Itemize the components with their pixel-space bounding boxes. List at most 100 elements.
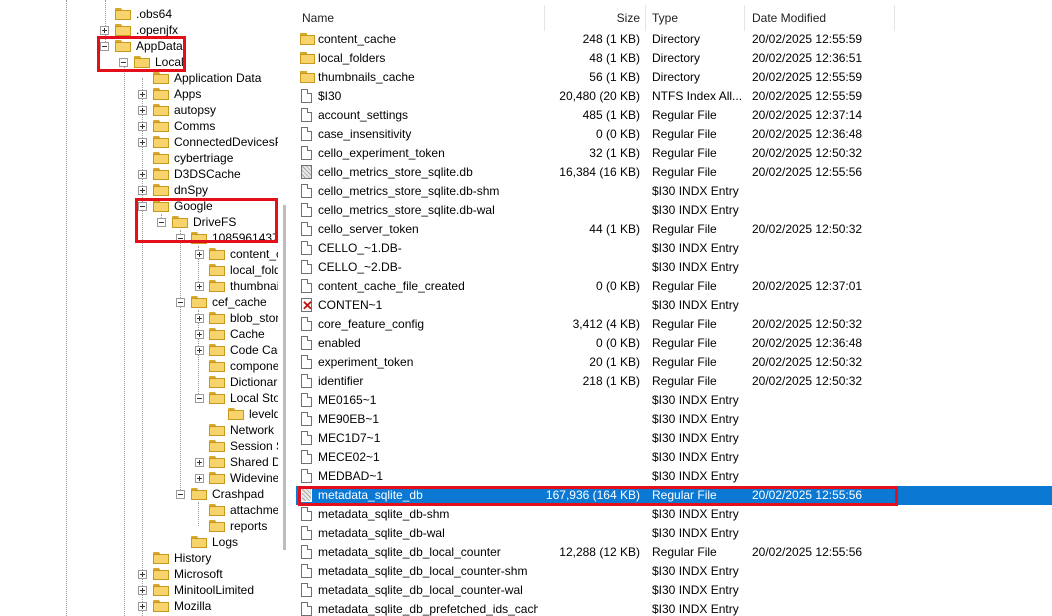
table-row[interactable]: CELLO_~1.DB- $I30 INDX Entry [296,239,1052,258]
expand-icon[interactable] [138,186,147,195]
tree-node[interactable]: autopsy [138,102,278,118]
tree-node[interactable]: Session S [195,438,278,454]
table-row[interactable]: cello_metrics_store_sqlite.db 16,384 (16 … [296,163,1052,182]
tree-node[interactable]: ConnectedDevicesPla [138,134,278,150]
table-row[interactable]: MEDBAD~1 $I30 INDX Entry [296,467,1052,486]
tree-node[interactable]: Widevine [195,470,278,486]
collapse-icon[interactable] [157,218,166,227]
table-row[interactable]: MECE02~1 $I30 INDX Entry [296,448,1052,467]
collapse-icon[interactable] [138,202,147,211]
tree-node[interactable]: Code Cac [195,342,278,358]
tree-node[interactable]: History [138,550,278,566]
collapse-icon[interactable] [100,42,109,51]
tree-node[interactable]: Application Data [138,70,278,86]
tree-node[interactable]: Comms [138,118,278,134]
table-row[interactable]: cello_server_token 44 (1 KB) Regular File 2… [296,220,1052,239]
collapse-icon[interactable] [119,58,128,67]
column-divider[interactable] [744,5,745,31]
tree-node[interactable]: cef_cache [176,294,278,310]
table-row[interactable]: MEC1D7~1 $I30 INDX Entry [296,429,1052,448]
column-divider[interactable] [894,5,895,31]
tree-node[interactable]: compone [195,358,278,374]
collapse-icon[interactable] [195,394,204,403]
table-row[interactable]: metadata_sqlite_db_local_counter-shm $I30… [296,562,1052,581]
table-row[interactable]: CONTEN~1 $I30 INDX Entry [296,296,1052,315]
expand-icon[interactable] [138,602,147,611]
tree-node[interactable]: Network [195,422,278,438]
tree-node[interactable]: Local Sto [195,390,278,406]
expand-icon[interactable] [138,90,147,99]
tree-node[interactable]: content_c [195,246,278,262]
tree-node[interactable]: thumbnail [195,278,278,294]
table-row[interactable]: metadata_sqlite_db_prefetched_ids_cache $… [296,600,1052,616]
expand-icon[interactable] [195,282,204,291]
tree-node[interactable]: MinitoolLimited [138,582,278,598]
tree-node[interactable]: Mozilla [138,598,278,614]
tree-node-local[interactable]: Local [119,54,275,70]
tree-node[interactable]: Dictionari [195,374,278,390]
table-row[interactable]: thumbnails_cache 56 (1 KB) Directory 20/02/… [296,68,1052,87]
tree-node-drivefs[interactable]: DriveFS [157,214,278,230]
tree-node[interactable]: attachme [195,502,278,518]
tree-node-appdata[interactable]: AppData [100,38,275,54]
table-row[interactable]: content_cache 248 (1 KB) Directory 20/02/20… [296,30,1052,49]
expand-icon[interactable] [138,106,147,115]
expand-icon[interactable] [195,474,204,483]
tree-node[interactable]: Shared D [195,454,278,470]
expand-icon[interactable] [138,170,147,179]
table-row[interactable]: ME90EB~1 $I30 INDX Entry [296,410,1052,429]
table-row[interactable]: experiment_token 20 (1 KB) Regular File 20/… [296,353,1052,372]
folder-tree[interactable]: .obs64 .openjfx AppData Local Applicatio… [0,0,278,616]
tree-node[interactable]: Cache [195,326,278,342]
table-row[interactable]: case_insensitivity 0 (0 KB) Regular File 20… [296,125,1052,144]
expand-icon[interactable] [195,314,204,323]
table-row[interactable]: enabled 0 (0 KB) Regular File 20/02/2025 12… [296,334,1052,353]
column-header-name[interactable]: Name [296,5,546,31]
tree-node-google[interactable]: Google [138,198,278,214]
tree-node[interactable]: blob_stora [195,310,278,326]
table-row[interactable]: core_feature_config 3,412 (4 KB) Regular F… [296,315,1052,334]
table-row[interactable]: $I30 20,480 (20 KB) NTFS Index All... 20/02… [296,87,1052,106]
tree-node[interactable]: Apps [138,86,278,102]
table-row-selected[interactable]: metadata_sqlite_db 167,936 (164 KB) Regula… [296,486,1052,505]
table-row[interactable]: identifier 218 (1 KB) Regular File 20/02/20… [296,372,1052,391]
tree-node[interactable]: leveld [214,406,278,422]
expand-icon[interactable] [138,138,147,147]
tree-node[interactable]: .obs64 [105,6,275,22]
tree-node[interactable]: D3DSCache [138,166,278,182]
expand-icon[interactable] [195,250,204,259]
pane-splitter[interactable] [278,0,296,616]
tree-node[interactable]: .openjfx [100,22,275,38]
table-row[interactable]: metadata_sqlite_db-shm $I30 INDX Entry [296,505,1052,524]
expand-icon[interactable] [195,330,204,339]
expand-icon[interactable] [195,346,204,355]
table-row[interactable]: cello_metrics_store_sqlite.db-shm $I30 IN… [296,182,1052,201]
column-divider[interactable] [645,5,646,31]
file-list[interactable]: Name Size Type Date Modified content_cac… [296,0,1052,616]
tree-node[interactable]: Logs [176,534,278,550]
tree-scrollbar-thumb[interactable] [283,205,286,550]
table-row[interactable]: ME0165~1 $I30 INDX Entry [296,391,1052,410]
table-row[interactable]: cello_experiment_token 32 (1 KB) Regular F… [296,144,1052,163]
expand-icon[interactable] [138,586,147,595]
table-row[interactable]: account_settings 485 (1 KB) Regular File 20… [296,106,1052,125]
table-row[interactable]: metadata_sqlite_db_local_counter 12,288 (… [296,543,1052,562]
collapse-icon[interactable] [176,490,185,499]
column-header-size[interactable]: Size [546,5,646,31]
tree-node-account[interactable]: 108596143751 [176,230,278,246]
table-row[interactable]: metadata_sqlite_db_local_counter-wal $I30… [296,581,1052,600]
table-row[interactable]: local_folders 48 (1 KB) Directory 20/02/202… [296,49,1052,68]
column-header-type[interactable]: Type [646,5,746,31]
table-row[interactable]: content_cache_file_created 0 (0 KB) Regula… [296,277,1052,296]
expand-icon[interactable] [100,26,109,35]
expand-icon[interactable] [195,458,204,467]
tree-node[interactable]: Crashpad [176,486,278,502]
tree-node[interactable]: local_fold [195,262,278,278]
tree-node[interactable]: cybertriage [138,150,278,166]
column-header-date[interactable]: Date Modified [746,5,896,31]
expand-icon[interactable] [138,122,147,131]
column-divider[interactable] [544,5,545,31]
collapse-icon[interactable] [176,234,185,243]
tree-node[interactable]: dnSpy [138,182,278,198]
tree-node[interactable]: reports [195,518,278,534]
